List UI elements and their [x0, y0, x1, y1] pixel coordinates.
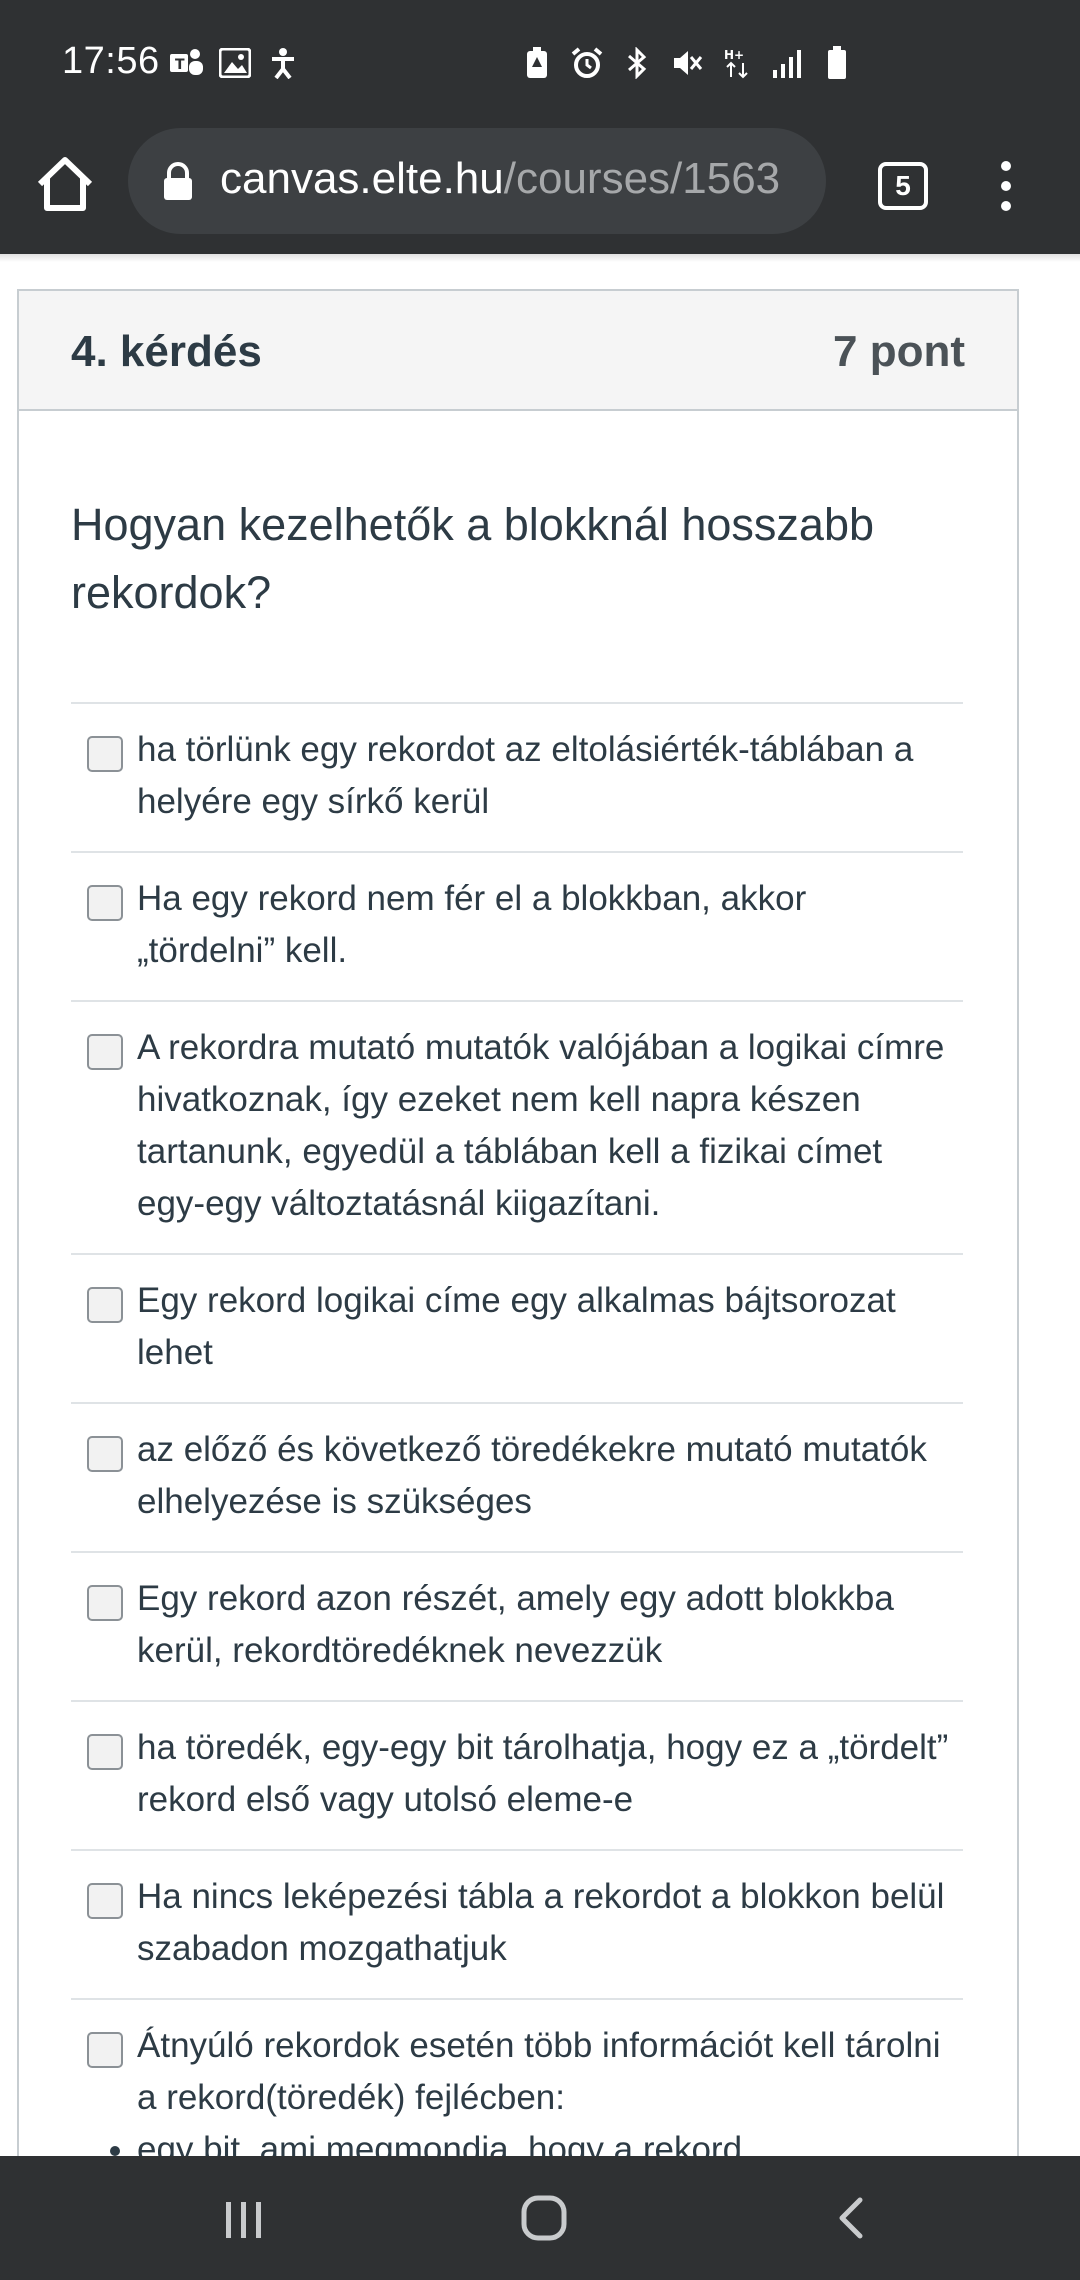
accessibility-icon	[266, 46, 300, 80]
image-icon	[218, 46, 252, 80]
alarm-icon	[570, 46, 604, 80]
question-card: 4. kérdés 7 pont Hogyan kezelhetők a blo…	[17, 289, 1019, 2156]
answer-checkbox[interactable]	[87, 736, 123, 772]
address-bar[interactable]: canvas.elte.hu/courses/1563	[128, 128, 826, 234]
answer-bullet: Átnyúló rekordok esetén több információt…	[137, 2020, 953, 2124]
question-text: Hogyan kezelhetők a blokknál hosszabb re…	[71, 499, 875, 618]
battery-saver-icon	[520, 46, 554, 80]
question-title: 4. kérdés	[71, 327, 262, 376]
answer-option[interactable]: az előző és következő töredékekre mutató…	[71, 1404, 963, 1553]
system-nav-bar	[0, 2156, 1080, 2280]
teams-icon: T	[170, 46, 204, 80]
status-time: 17:56	[62, 40, 160, 82]
url-text: canvas.elte.hu/courses/1563	[220, 154, 780, 204]
answer-option[interactable]: Ha nincs leképezési tábla a rekordot a b…	[71, 1851, 963, 2000]
answer-checkbox[interactable]	[87, 1287, 123, 1323]
tab-switcher-button[interactable]: 5	[878, 162, 928, 210]
answer-checkbox[interactable]	[87, 1883, 123, 1919]
answer-label: Ha egy rekord nem fér el a blokkban, akk…	[137, 879, 807, 970]
answer-checkbox[interactable]	[87, 1436, 123, 1472]
answer-label: ha törlünk egy rekordot az eltolásiérték…	[137, 730, 914, 821]
answer-label: Egy rekord azon részét, amely egy adott …	[137, 1579, 894, 1670]
toolbar-shadow	[0, 254, 1080, 262]
question-points: 7 pont	[833, 327, 965, 376]
answer-option[interactable]: A rekordra mutató mutatók valójában a lo…	[71, 1002, 963, 1255]
question-header: 4. kérdés 7 pont	[19, 291, 1017, 411]
url-path: /courses/1563	[503, 154, 781, 203]
answer-option[interactable]: Átnyúló rekordok esetén több információt…	[71, 2000, 963, 2156]
status-left-icons: T	[170, 46, 300, 80]
answer-checkbox[interactable]	[87, 2032, 123, 2068]
answer-label: Ha nincs leképezési tábla a rekordot a b…	[137, 1877, 945, 1968]
signal-icon	[770, 46, 804, 80]
url-domain: canvas.elte.hu	[220, 154, 504, 203]
home-nav-icon[interactable]	[520, 2194, 568, 2247]
more-menu-icon[interactable]	[992, 158, 1020, 214]
answer-label: Egy rekord logikai címe egy alkalmas báj…	[137, 1281, 896, 1372]
answer-label: ha töredék, egy-egy bit tárolhatja, hogy…	[137, 1728, 949, 1819]
answer-list: ha törlünk egy rekordot az eltolásiérték…	[71, 702, 963, 2156]
page-content: 4. kérdés 7 pont Hogyan kezelhetők a blo…	[0, 254, 1080, 2156]
status-right-icons: H+	[520, 46, 854, 80]
answer-checkbox[interactable]	[87, 1585, 123, 1621]
svg-text:H+: H+	[724, 48, 744, 62]
answer-option[interactable]: Egy rekord azon részét, amely egy adott …	[71, 1553, 963, 1702]
answer-option[interactable]: ha törlünk egy rekordot az eltolásiérték…	[71, 704, 963, 853]
back-icon[interactable]	[828, 2194, 872, 2247]
answer-checkbox[interactable]	[87, 1034, 123, 1070]
answer-bullet-list: Átnyúló rekordok esetén több információt…	[71, 2020, 953, 2156]
bluetooth-icon	[620, 46, 654, 80]
answer-bullet: egy bit, ami megmondja, hogy a rekord	[137, 2124, 953, 2156]
mute-icon	[670, 46, 704, 80]
answer-checkbox[interactable]	[87, 1734, 123, 1770]
answer-checkbox[interactable]	[87, 885, 123, 921]
answer-option[interactable]: Egy rekord logikai címe egy alkalmas báj…	[71, 1255, 963, 1404]
browser-toolbar: canvas.elte.hu/courses/1563 5	[0, 128, 1080, 254]
lock-icon	[162, 162, 194, 200]
data-icon: H+	[720, 46, 754, 80]
answer-option[interactable]: ha töredék, egy-egy bit tárolhatja, hogy…	[71, 1702, 963, 1851]
answer-label: az előző és következő töredékekre mutató…	[137, 1430, 927, 1521]
answer-label: A rekordra mutató mutatók valójában a lo…	[137, 1028, 945, 1223]
recents-icon[interactable]	[222, 2198, 266, 2247]
status-bar: 17:56 T H+	[0, 0, 1080, 128]
home-icon[interactable]	[32, 152, 98, 218]
battery-icon	[820, 46, 854, 80]
svg-text:T: T	[175, 57, 185, 73]
answer-option[interactable]: Ha egy rekord nem fér el a blokkban, akk…	[71, 853, 963, 1002]
